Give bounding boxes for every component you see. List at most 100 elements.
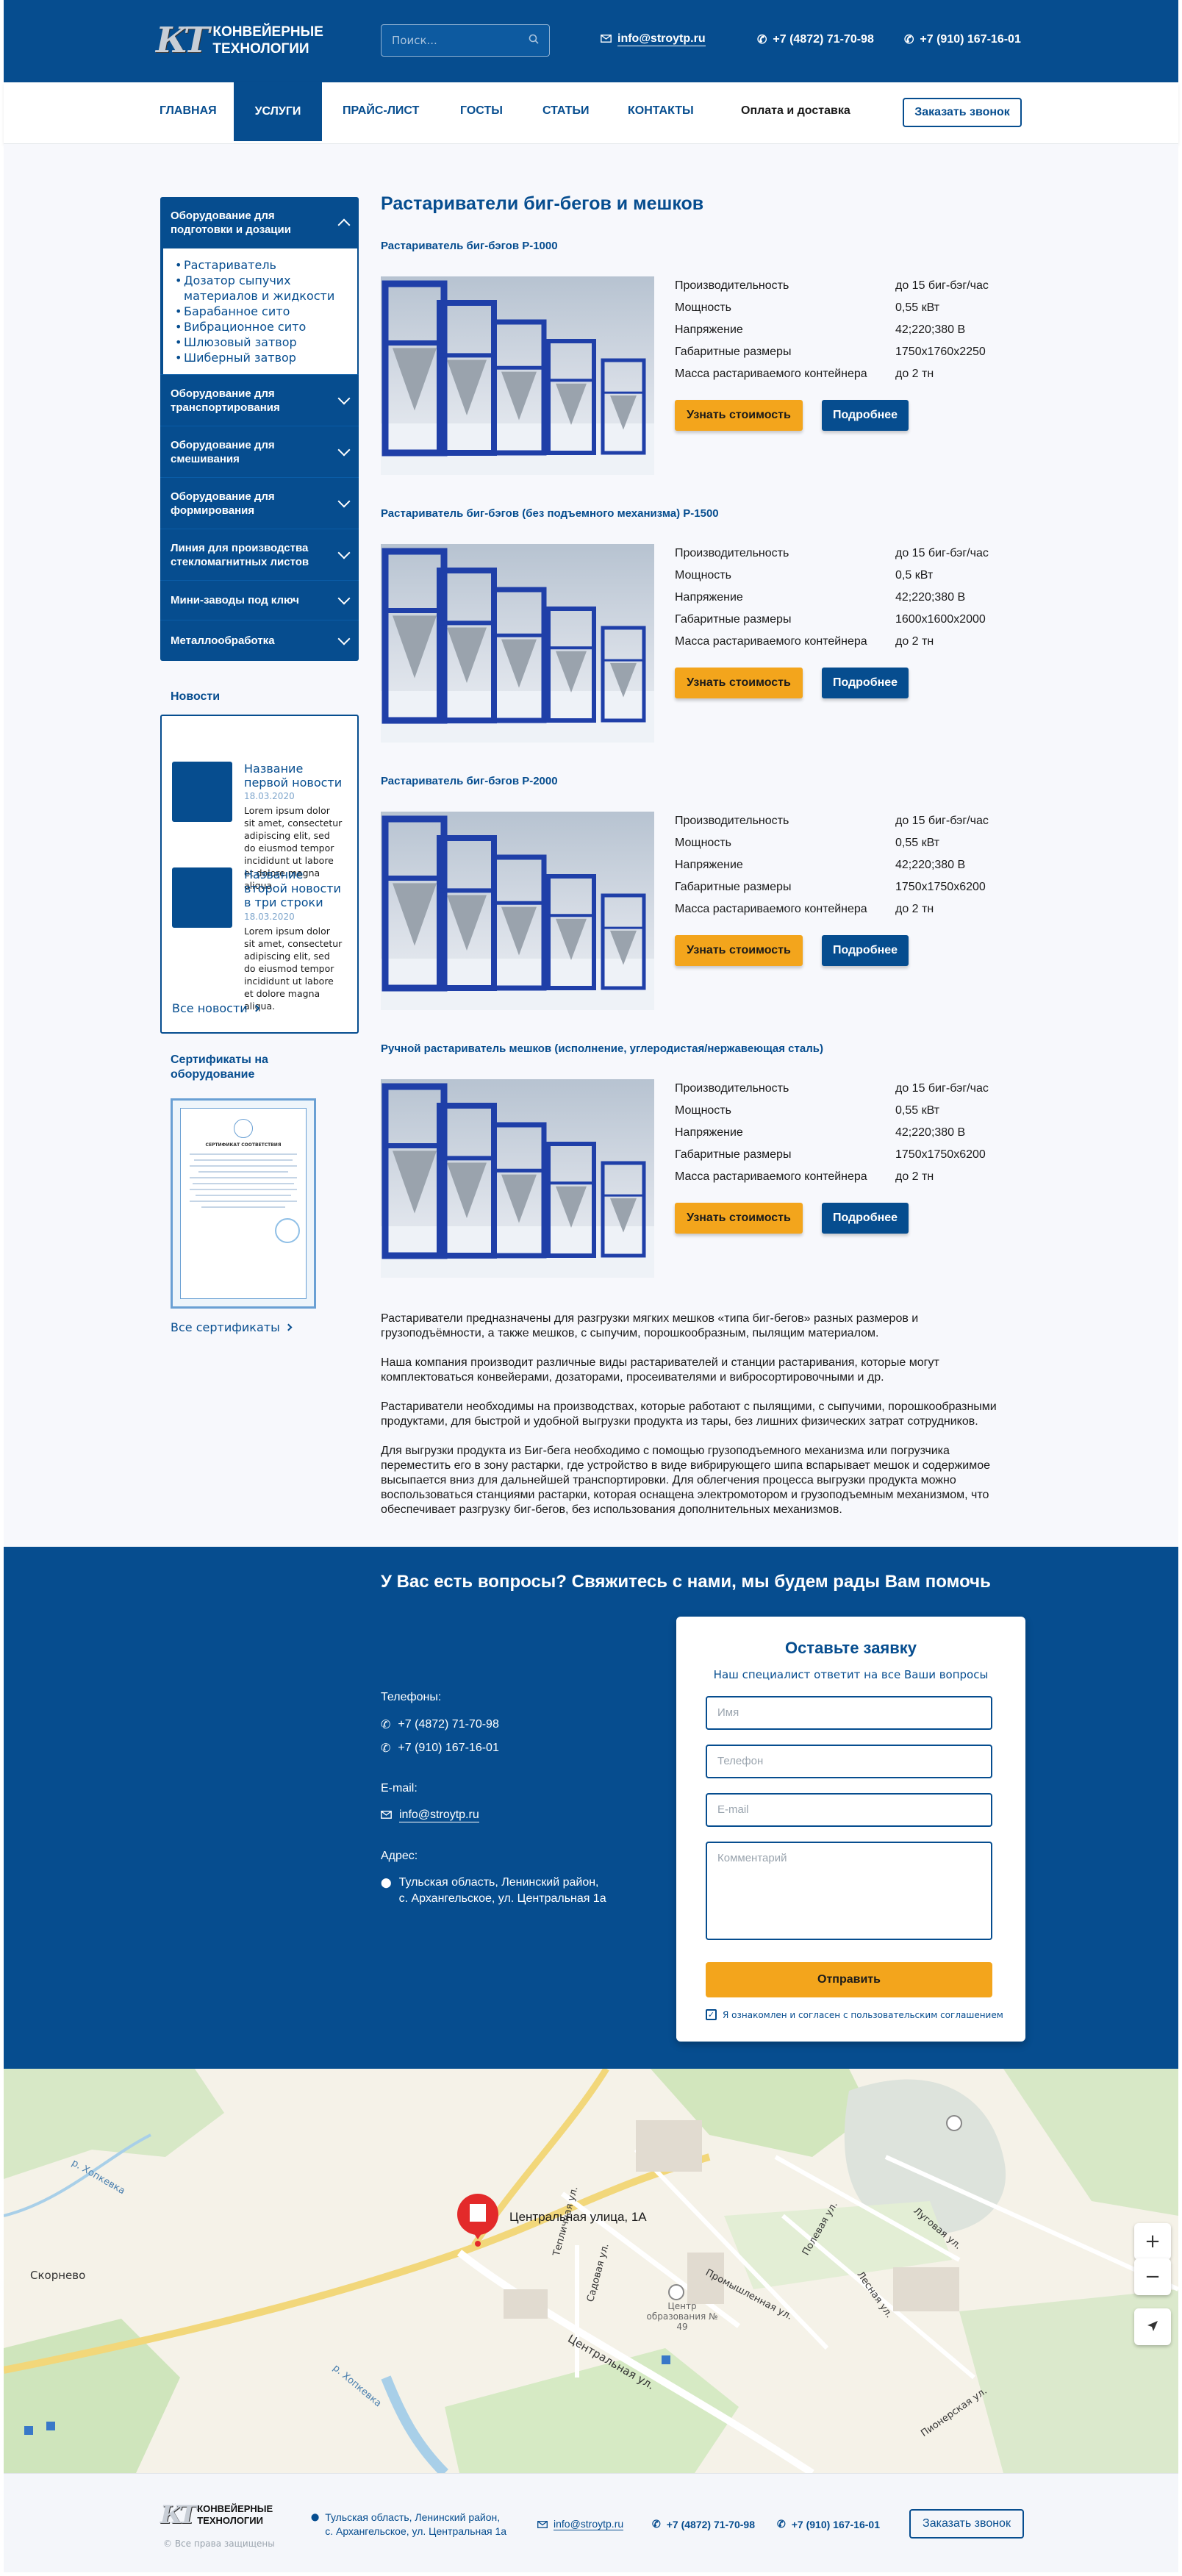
- certificate-image[interactable]: СЕРТИФИКАТ СООТВЕТСТВИЯ: [171, 1098, 316, 1309]
- sidebar-category[interactable]: Оборудование для формирования: [160, 477, 359, 529]
- spec-label: Производительность: [675, 815, 789, 827]
- details-button[interactable]: Подробнее: [822, 1203, 909, 1234]
- product-image[interactable]: [381, 812, 654, 1010]
- sidebar-category-open[interactable]: Оборудование для подготовки и дозации: [160, 197, 359, 248]
- nav-payment-delivery[interactable]: Оплата и доставка: [741, 104, 850, 118]
- details-button[interactable]: Подробнее: [822, 400, 909, 431]
- details-button[interactable]: Подробнее: [822, 668, 909, 698]
- contact-email-link[interactable]: info@stroytp.ru: [381, 1808, 479, 1822]
- product-title[interactable]: Ручной растариватель мешков (исполнение,…: [381, 1042, 823, 1055]
- product-title[interactable]: Растариватель биг-бэгов Р-1000: [381, 240, 558, 252]
- news-image[interactable]: [172, 867, 232, 928]
- phone-icon: ✆: [777, 2518, 786, 2530]
- footer-phone-2[interactable]: ✆ +7 (910) 167-16-01: [777, 2518, 880, 2530]
- spec-label: Мощность: [675, 837, 731, 849]
- contact-phone-2-text: +7 (910) 167-16-01: [398, 1742, 499, 1754]
- spec-label: Масса растариваемого контейнера: [675, 368, 867, 380]
- get-price-button[interactable]: Узнать стоимость: [675, 668, 803, 698]
- search-input[interactable]: Поиск...: [381, 24, 550, 57]
- submenu-item[interactable]: Барабанное сито: [175, 304, 345, 319]
- geolocation-button[interactable]: [1134, 2308, 1171, 2345]
- order-call-button[interactable]: Заказать звонок: [903, 98, 1022, 127]
- news-date: 18.03.2020: [244, 912, 295, 922]
- location-map[interactable]: Центральная улица, 1А Скорнево р. Хопкев…: [4, 2069, 1178, 2473]
- email-field[interactable]: E-mail: [706, 1793, 992, 1827]
- map-marker-label[interactable]: Центральная улица, 1А: [509, 2210, 647, 2225]
- all-certificates-link[interactable]: Все сертификаты: [171, 1320, 293, 1334]
- contact-phone-1[interactable]: ✆ +7 (4872) 71-70-98: [381, 1717, 499, 1732]
- nav-contacts[interactable]: КОНТАКТЫ: [628, 104, 694, 118]
- agreement[interactable]: ✓ Я ознакомлен и согласен с пользователь…: [706, 2009, 1003, 2020]
- get-price-button[interactable]: Узнать стоимость: [675, 935, 803, 966]
- all-news-link[interactable]: Все новости: [172, 1001, 260, 1015]
- spec-label: Масса растариваемого контейнера: [675, 1170, 867, 1183]
- spec-value: 1600х1600х2000: [895, 613, 986, 626]
- site-footer: КТ КОНВЕЙЕРНЫЕ ТЕХНОЛОГИИ © Все права за…: [4, 2473, 1178, 2572]
- stamp-icon: [275, 1218, 300, 1243]
- site-logo[interactable]: КТ КОНВЕЙЕРНЫЕ ТЕХНОЛОГИИ: [156, 18, 340, 63]
- footer-order-call-button[interactable]: Заказать звонок: [909, 2509, 1024, 2539]
- chevron-down-icon: [337, 392, 351, 404]
- footer-email-link[interactable]: info@stroytp.ru: [537, 2518, 624, 2530]
- spec-label: Мощность: [675, 301, 731, 314]
- header-email-link[interactable]: info@stroytp.ru: [601, 32, 706, 46]
- chevron-up-icon[interactable]: [337, 218, 351, 232]
- news-item-title[interactable]: Название второй новости в три строки: [244, 867, 347, 909]
- phone-icon: ✆: [652, 2518, 661, 2530]
- catalog-sidebar: Оборудование для подготовки и дозации Ра…: [160, 197, 359, 661]
- comment-field[interactable]: Комментарий: [706, 1842, 992, 1940]
- spec-value: 1750х1750х6200: [895, 881, 986, 893]
- submenu-item[interactable]: Растариватель: [175, 257, 345, 273]
- contact-phone-2[interactable]: ✆ +7 (910) 167-16-01: [381, 1741, 499, 1756]
- submenu-item[interactable]: Шиберный затвор: [175, 350, 345, 365]
- footer-phone-1[interactable]: ✆ +7 (4872) 71-70-98: [652, 2518, 755, 2530]
- news-item-title[interactable]: Название первой новости: [244, 762, 347, 790]
- sidebar-category[interactable]: Металлообработка: [160, 620, 359, 661]
- submenu-item[interactable]: Шлюзовый затвор: [175, 334, 345, 350]
- nav-gosts[interactable]: ГОСТЫ: [460, 104, 503, 118]
- chevron-right-icon: [252, 1004, 260, 1012]
- get-price-button[interactable]: Узнать стоимость: [675, 1203, 803, 1234]
- get-price-button[interactable]: Узнать стоимость: [675, 400, 803, 431]
- zoom-in-button[interactable]: +: [1134, 2223, 1171, 2260]
- nav-services[interactable]: УСЛУГИ: [234, 82, 322, 141]
- news-text: Lorem ipsum dolor sit amet, consectetur …: [244, 926, 343, 1012]
- checkbox-checked-icon[interactable]: ✓: [706, 2009, 717, 2020]
- product-image[interactable]: [381, 544, 654, 743]
- spec-row: Производительность до 15 биг-бэг/час: [675, 275, 1006, 297]
- description-paragraph: Растариватели предназначены для разгрузк…: [381, 1312, 919, 1339]
- sidebar-category[interactable]: Оборудование для транспортирования: [160, 374, 359, 426]
- header-phone-2[interactable]: ✆ +7 (910) 167-16-01: [904, 32, 1021, 47]
- submenu-item[interactable]: Дозатор сыпучих материалов и жидкости: [175, 273, 345, 304]
- zoom-out-button[interactable]: −: [1134, 2258, 1171, 2295]
- navigation-arrow-icon: [1146, 2316, 1159, 2338]
- sidebar-category[interactable]: Мини-заводы под ключ: [160, 580, 359, 620]
- nav-articles[interactable]: СТАТЬИ: [542, 104, 589, 118]
- sidebar-category[interactable]: Оборудование для смешивания: [160, 426, 359, 477]
- spec-label: Производительность: [675, 547, 789, 559]
- spec-row: Габаритные размеры 1750х1750х6200: [675, 1144, 1006, 1166]
- product-image[interactable]: [381, 1079, 654, 1278]
- name-field[interactable]: Имя: [706, 1696, 992, 1730]
- news-box: Название первой новости 18.03.2020 Lorem…: [160, 715, 359, 1034]
- submenu-item[interactable]: Вибрационное сито: [175, 319, 345, 334]
- product-title[interactable]: Растариватель биг-бэгов Р-2000: [381, 775, 558, 787]
- nav-price-list[interactable]: ПРАЙС-ЛИСТ: [343, 104, 419, 118]
- header-phone-1[interactable]: ✆ +7 (4872) 71-70-98: [757, 32, 874, 47]
- product-image[interactable]: [381, 276, 654, 475]
- product-title[interactable]: Растариватель биг-бэгов (без подъемного …: [381, 507, 719, 520]
- spec-label: Мощность: [675, 1104, 731, 1117]
- nav-home[interactable]: ГЛАВНАЯ: [160, 104, 217, 118]
- submit-button[interactable]: Отправить: [706, 1962, 992, 1997]
- news-image[interactable]: [172, 762, 232, 822]
- sidebar-category[interactable]: Линия для производства стекломагнитных л…: [160, 529, 359, 580]
- footer-logo-line-1: КОНВЕЙЕРНЫЕ: [197, 2503, 273, 2514]
- footer-logo[interactable]: КТ КОНВЕЙЕРНЫЕ ТЕХНОЛОГИИ: [160, 2500, 273, 2530]
- spec-row: Масса растариваемого контейнера до 2 тн: [675, 1166, 1006, 1188]
- certificates-title: Сертификаты на оборудование: [171, 1053, 268, 1081]
- spec-row: Напряжение 42;220;380 В: [675, 319, 1006, 341]
- sidebar-category-label: Оборудование для подготовки и дозации: [171, 210, 291, 236]
- phone-field[interactable]: Телефон: [706, 1745, 992, 1778]
- search-icon[interactable]: [529, 34, 539, 47]
- details-button[interactable]: Подробнее: [822, 935, 909, 966]
